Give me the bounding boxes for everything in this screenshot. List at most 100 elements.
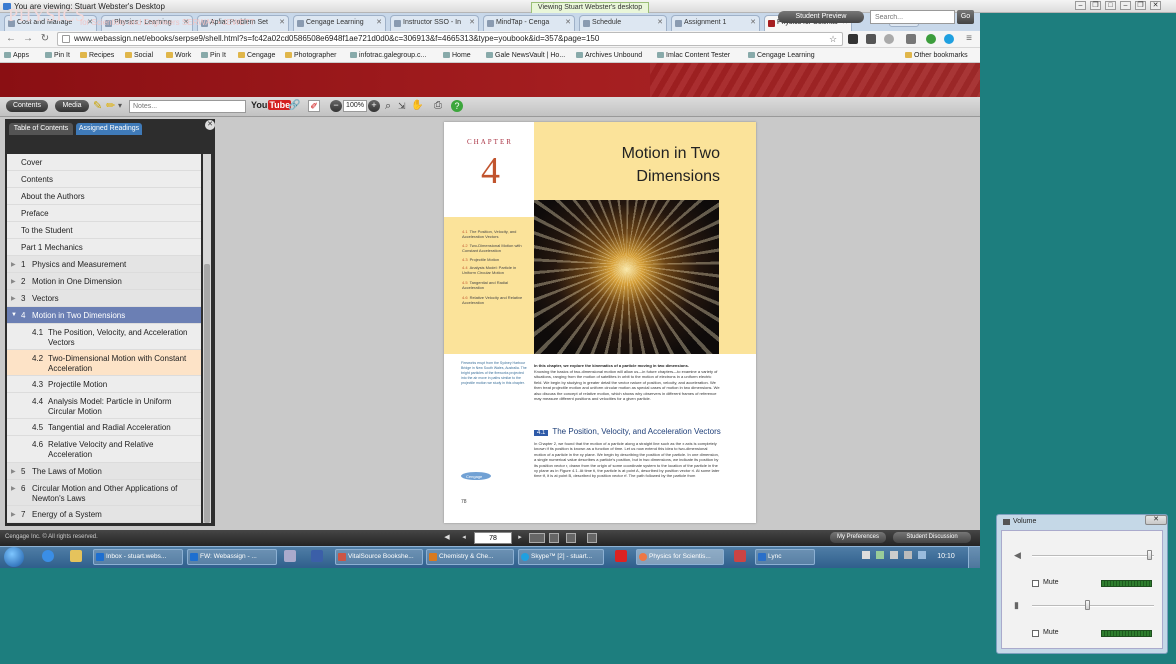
student-preview-button[interactable]: Student Preview xyxy=(778,11,864,23)
minimize-icon[interactable]: – xyxy=(1075,1,1086,10)
tray-icon-2[interactable] xyxy=(918,551,926,559)
toc-item[interactable]: About the Authors xyxy=(7,188,201,205)
tab-table-of-contents[interactable]: Table of Contents xyxy=(9,123,73,135)
toc-section[interactable]: 4.5 Tangential and Radial Acceleration xyxy=(7,419,201,436)
toc-chapter-selected[interactable]: ▼ 4 Motion in Two Dimensions xyxy=(7,307,201,324)
bookmark-item[interactable]: Pin It xyxy=(201,48,226,63)
evernote-icon[interactable] xyxy=(926,34,936,44)
start-button[interactable] xyxy=(4,547,24,567)
bookmark-apps[interactable]: Apps xyxy=(4,48,29,63)
bookmark-item[interactable]: Archives Unbound xyxy=(576,48,642,63)
menu-icon[interactable]: ≡ xyxy=(962,32,976,46)
expand-arrow-icon[interactable]: ▶ xyxy=(11,468,16,475)
toc-chapter[interactable]: ▶ 1 Physics and Measurement xyxy=(7,256,201,273)
tab-assigned-readings[interactable]: Assigned Readings xyxy=(76,123,142,135)
taskbar-item-active[interactable]: Physics for Scientis... xyxy=(636,549,724,565)
volume-slider-thumb-2[interactable] xyxy=(1084,600,1090,610)
tab-close-icon[interactable]: ✕ xyxy=(469,16,475,30)
taskbar-item[interactable]: FW: Webassign - ... xyxy=(187,549,277,565)
tray-volume-icon[interactable] xyxy=(890,551,898,559)
toc-item[interactable]: Contents xyxy=(7,171,201,188)
expand-arrow-icon[interactable]: ▶ xyxy=(11,261,16,268)
maximize-icon[interactable]: □ xyxy=(1105,1,1116,10)
student-discussion-button[interactable]: Student Discussion xyxy=(893,532,971,543)
prev-page-icon[interactable]: ◂ xyxy=(459,533,469,543)
extension-icon[interactable] xyxy=(866,34,876,44)
bookmark-item[interactable]: Cengage Learning xyxy=(748,48,815,63)
fullscreen-icon[interactable] xyxy=(587,533,597,543)
bookmark-folder[interactable]: Recipes xyxy=(80,48,114,63)
expand-arrow-icon[interactable]: ▶ xyxy=(11,485,16,492)
browser-tab[interactable]: Schedule ✕ xyxy=(579,15,667,31)
expand-arrow-icon[interactable]: ▶ xyxy=(11,295,16,302)
contents-button[interactable]: Contents xyxy=(6,100,48,112)
collapse-arrow-icon[interactable]: ▼ xyxy=(11,312,17,318)
toc-section[interactable]: 4.1 The Position, Velocity, and Accelerat… xyxy=(7,324,201,350)
bookmark-item[interactable]: Gale NewsVault | Ho... xyxy=(486,48,565,63)
expand-arrow-icon[interactable]: ▶ xyxy=(11,278,16,285)
toc-item[interactable]: Cover xyxy=(7,154,201,171)
volume-close-icon[interactable]: ✕ xyxy=(1145,515,1167,525)
two-page-view-icon[interactable] xyxy=(529,533,545,543)
media-button[interactable]: Media xyxy=(55,100,89,112)
cast-icon[interactable] xyxy=(906,34,916,44)
hand-tool-icon[interactable]: ✋ xyxy=(411,100,423,112)
reload-icon[interactable]: ↻ xyxy=(38,32,52,46)
browser-tab[interactable]: MindTap - Cenga ✕ xyxy=(483,15,575,31)
taskbar-clock[interactable]: 10:10 xyxy=(931,549,961,565)
toc-section[interactable]: 4.6 Relative Velocity and Relative Accele… xyxy=(7,436,201,463)
volume-slider-track-2[interactable] xyxy=(1032,605,1154,607)
toc-item[interactable]: To the Student xyxy=(7,222,201,239)
tray-network-icon[interactable] xyxy=(876,551,884,559)
tab-close-icon[interactable]: ✕ xyxy=(750,16,756,30)
highlighter-icon[interactable]: ✏ xyxy=(106,100,118,112)
restore-icon-2[interactable]: ❐ xyxy=(1135,1,1146,10)
toc-chapter[interactable]: ▶ 7 Energy of a System xyxy=(7,506,201,523)
taskbar-item[interactable]: VitalSource Bookshe... xyxy=(335,549,423,565)
youtube-button[interactable]: You Tube xyxy=(250,100,292,110)
my-preferences-button[interactable]: My Preferences xyxy=(830,532,886,543)
explorer-folder-icon[interactable] xyxy=(70,550,82,562)
link-icon[interactable]: 🔗 xyxy=(288,100,300,112)
search-go-button[interactable]: Go xyxy=(957,10,974,24)
bookmark-folder[interactable]: Work xyxy=(166,48,191,63)
red-pen-icon[interactable]: ✐ xyxy=(308,100,320,112)
zoom-out-icon[interactable]: − xyxy=(330,100,342,112)
taskbar-item[interactable]: Inbox - stuart.webs... xyxy=(93,549,183,565)
tray-flag-icon[interactable] xyxy=(862,551,870,559)
tab-close-icon[interactable]: ✕ xyxy=(657,16,663,30)
circle-extension-icon[interactable] xyxy=(884,34,894,44)
fit-page-icon[interactable]: ⇲ xyxy=(398,100,410,112)
other-bookmarks[interactable]: Other bookmarks xyxy=(905,48,968,63)
fit-width-icon[interactable] xyxy=(566,533,576,543)
mute-checkbox-1[interactable] xyxy=(1032,580,1039,587)
toc-chapter[interactable]: ▶ 2 Motion in One Dimension xyxy=(7,273,201,290)
expand-arrow-icon[interactable]: ▶ xyxy=(11,511,16,518)
restore-icon[interactable]: ❐ xyxy=(1090,1,1101,10)
browser-tab[interactable]: Instructor SSO - In ✕ xyxy=(390,15,479,31)
pen-extension-icon[interactable] xyxy=(848,34,858,44)
tab-close-icon[interactable]: ✕ xyxy=(565,16,571,30)
word-icon[interactable] xyxy=(311,550,323,562)
tab-close-icon[interactable]: ✕ xyxy=(376,16,382,30)
ebook-search-input[interactable] xyxy=(870,10,955,24)
skype-icon[interactable] xyxy=(944,34,954,44)
bookmark-item[interactable]: Imlac Content Tester xyxy=(657,48,730,63)
toc-item[interactable]: Preface xyxy=(7,205,201,222)
volume-slider-track-1[interactable] xyxy=(1032,555,1154,557)
bookmark-item[interactable]: Pin It xyxy=(45,48,70,63)
taskbar-item[interactable]: Chemistry & Che... xyxy=(426,549,514,565)
single-page-view-icon[interactable] xyxy=(549,533,559,543)
tab-close-icon[interactable]: ✕ xyxy=(279,16,285,30)
help-icon[interactable]: ? xyxy=(451,100,463,112)
toc-item[interactable]: Part 1 Mechanics xyxy=(7,239,201,256)
bookmark-folder[interactable]: Cengage xyxy=(238,48,275,63)
toc-chapter[interactable]: ▶ 5 The Laws of Motion xyxy=(7,463,201,480)
bookmark-folder[interactable]: Social xyxy=(125,48,153,63)
toc-section[interactable]: 4.3 Projectile Motion xyxy=(7,376,201,393)
sticky-note-icon[interactable]: ✎ xyxy=(93,100,105,112)
ie-icon[interactable] xyxy=(42,550,54,562)
toc-section[interactable]: 4.4 Analysis Model: Particle in Uniform C… xyxy=(7,393,201,419)
first-page-icon[interactable]: ◀ xyxy=(442,533,452,543)
notes-input[interactable] xyxy=(129,100,246,113)
